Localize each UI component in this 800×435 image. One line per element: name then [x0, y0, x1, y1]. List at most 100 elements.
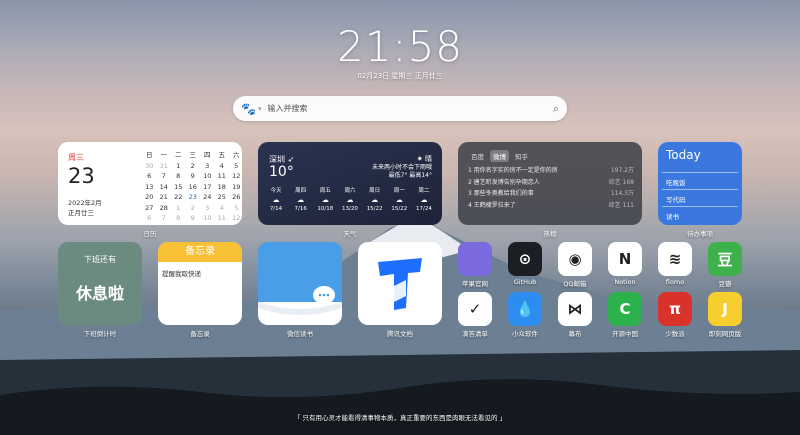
app-label: Notion — [614, 278, 636, 286]
calendar-day-cell[interactable]: 31 — [157, 162, 172, 171]
hotlist-widget[interactable]: 百度 微博 知乎 1 用你名字实的房不一定是你的房 197.2万 2 唐艺昕发博告别孕期… — [458, 142, 642, 225]
douban-icon[interactable]: 豆 — [708, 242, 742, 276]
mubu-icon[interactable]: ⋈ — [558, 292, 592, 326]
calendar-day-cell[interactable]: 4 — [215, 204, 230, 213]
calendar-day-cell[interactable]: 17 — [200, 183, 215, 192]
weread-widget[interactable] — [258, 242, 342, 325]
calendar-day-cell[interactable]: 18 — [215, 183, 230, 192]
memo-header: 备忘录 — [158, 242, 242, 262]
calendar-day-cell[interactable]: 11 — [215, 172, 230, 181]
hotlist-row[interactable]: 3 那些冬奥教给我们的事 114.3万 — [468, 188, 634, 200]
calendar-day-cell[interactable]: 12 — [229, 214, 242, 223]
apple-icon[interactable] — [458, 242, 492, 276]
chevron-down-icon[interactable]: ▾ — [258, 105, 262, 113]
calendar-widget[interactable]: 周三 23 2022年2月 正月廿三 日一二三四五六 30 31 1 2 3 4 5 6 7 8 9 1… — [58, 142, 242, 225]
calendar-day-cell[interactable]: 3 — [200, 204, 215, 213]
calendar-day-cell[interactable]: 9 — [186, 172, 201, 181]
forecast-day: 周二 ☁ 17/24 — [412, 187, 436, 214]
calendar-day-cell[interactable]: 10 — [200, 172, 215, 181]
calendar-day-cell[interactable]: 15 — [171, 183, 186, 192]
calendar-day-cell[interactable]: 22 — [171, 193, 186, 202]
sspai-icon[interactable]: π — [658, 292, 692, 326]
txdoc-icon — [378, 258, 422, 310]
calendar-day-cell[interactable]: 3 — [200, 162, 215, 171]
calendar-day-cell[interactable]: 25 — [215, 193, 230, 202]
app-label: QQ邮箱 — [563, 280, 587, 288]
calendar-day-cell[interactable]: 8 — [171, 172, 186, 181]
calendar-day-cell[interactable]: 1 — [171, 204, 186, 213]
calendar-day-cell[interactable]: 27 — [142, 204, 157, 213]
github-icon[interactable]: ⊙ — [508, 242, 542, 276]
cloud-icon: ☁ — [272, 196, 280, 204]
clock-date: 02月23日 星期三 正月廿三 — [357, 72, 443, 80]
app-label: 即刻网页版 — [708, 330, 742, 338]
calendar-day-cell[interactable]: 14 — [157, 183, 172, 192]
todo-widget[interactable]: Today 吃晚饭 写代码 读书 — [658, 142, 742, 225]
calendar-day-cell[interactable]: 23 — [186, 193, 201, 202]
ticktick-icon[interactable]: ✓ — [458, 292, 492, 326]
todo-item[interactable]: 读书 — [662, 206, 738, 221]
hotlist-title: 4 王鹤棣罗拉来了 — [468, 200, 516, 212]
calendar-day-cell[interactable]: 8 — [171, 214, 186, 223]
hotlist-rows: 1 用你名字实的房不一定是你的房 197.2万 2 唐艺昕发博告别孕期恋人 综艺 16… — [468, 165, 634, 211]
forecast-temp: 13/20 — [342, 206, 358, 212]
calendar-day-cell[interactable]: 1 — [171, 162, 186, 171]
calendar-day-cell[interactable]: 16 — [186, 183, 201, 192]
calendar-day-cell[interactable]: 2 — [186, 162, 201, 171]
calendar-day-cell[interactable]: 7 — [157, 172, 172, 181]
countdown-widget[interactable]: 下班还有 休息啦 — [58, 242, 142, 325]
calendar-day-cell[interactable]: 13 — [142, 183, 157, 192]
txdoc-widget[interactable] — [358, 242, 442, 325]
hotlist-value: 综艺 111 — [608, 201, 634, 209]
search-input[interactable] — [267, 104, 553, 113]
calendar-day-cell[interactable]: 24 — [200, 193, 215, 202]
calendar-day-cell[interactable]: 2 — [186, 204, 201, 213]
calendar-day-cell[interactable]: 30 — [142, 162, 157, 171]
calendar-day-cell[interactable]: 19 — [229, 183, 242, 192]
qqmail-icon[interactable]: ◉ — [558, 242, 592, 276]
calendar-day-cell[interactable]: 5 — [229, 204, 242, 213]
appinn-icon[interactable]: 💧 — [508, 292, 542, 326]
forecast-day: 周日 ☁ 15/22 — [363, 187, 387, 214]
jike-icon[interactable]: J — [708, 292, 742, 326]
calendar-day-cell[interactable]: 21 — [157, 193, 172, 202]
oschina-icon[interactable]: C — [608, 292, 642, 326]
notion-icon[interactable]: N — [608, 242, 642, 276]
calendar-day-cell[interactable]: 20 — [142, 193, 157, 202]
forecast-day-name: 今天 — [270, 188, 282, 194]
calendar-day-cell[interactable]: 6 — [142, 172, 157, 181]
calendar-day-cell[interactable]: 5 — [229, 162, 242, 171]
hotlist-label: 热榜 — [543, 230, 557, 238]
calendar-day-cell[interactable]: 4 — [215, 162, 230, 171]
flomo-icon[interactable]: ≋ — [658, 242, 692, 276]
hotlist-tab[interactable]: 百度 — [468, 150, 487, 162]
memo-widget[interactable]: 备忘录 提醒我取快递 — [158, 242, 242, 325]
calendar-day-cell[interactable]: 26 — [229, 193, 242, 202]
hotlist-row[interactable]: 1 用你名字实的房不一定是你的房 197.2万 — [468, 165, 634, 177]
calendar-day-cell[interactable]: 11 — [215, 214, 230, 223]
quote-text: 「 只有用心灵才能看得清事物本质，真正重要的东西是肉眼无法看见的 」 — [293, 414, 507, 422]
calendar-day-cell[interactable]: 6 — [142, 214, 157, 223]
calendar-day-cell[interactable]: 7 — [157, 214, 172, 223]
forecast-day-name: 周六 — [344, 188, 356, 194]
hotlist-tab[interactable]: 知乎 — [512, 150, 531, 162]
calendar-day-cell[interactable]: 12 — [229, 172, 242, 181]
search-bar[interactable]: 🐾 ▾ ⌕ — [233, 96, 567, 121]
hotlist-row[interactable]: 2 唐艺昕发博告别孕期恋人 综艺 168 — [468, 177, 634, 189]
hotlist-row[interactable]: 4 王鹤棣罗拉来了 综艺 111 — [468, 200, 634, 212]
forecast-day-name: 周日 — [369, 188, 381, 194]
baidu-paw-icon[interactable]: 🐾 — [241, 102, 256, 116]
sun-icon: ✷ — [416, 155, 423, 163]
hotlist-tab[interactable]: 微博 — [490, 150, 509, 162]
hotlist-rank: 4 — [468, 201, 472, 209]
calendar-day-cell[interactable]: 10 — [200, 214, 215, 223]
todo-item[interactable]: 写代码 — [662, 189, 738, 204]
app-label: 豆瓣 — [718, 280, 732, 288]
calendar-day-cell[interactable]: 28 — [157, 204, 172, 213]
calendar-header: 三 — [189, 151, 197, 159]
app-label: 开源中国 — [612, 330, 638, 338]
todo-item[interactable]: 吃晚饭 — [662, 172, 738, 187]
weather-widget[interactable]: 深圳 ➶ 10° ✷ 晴 未来两小时不会下雨哦 最低7° 最高14° 今天 ☁ 7/1… — [258, 142, 442, 225]
calendar-day-cell[interactable]: 9 — [186, 214, 201, 223]
search-icon[interactable]: ⌕ — [553, 102, 559, 116]
